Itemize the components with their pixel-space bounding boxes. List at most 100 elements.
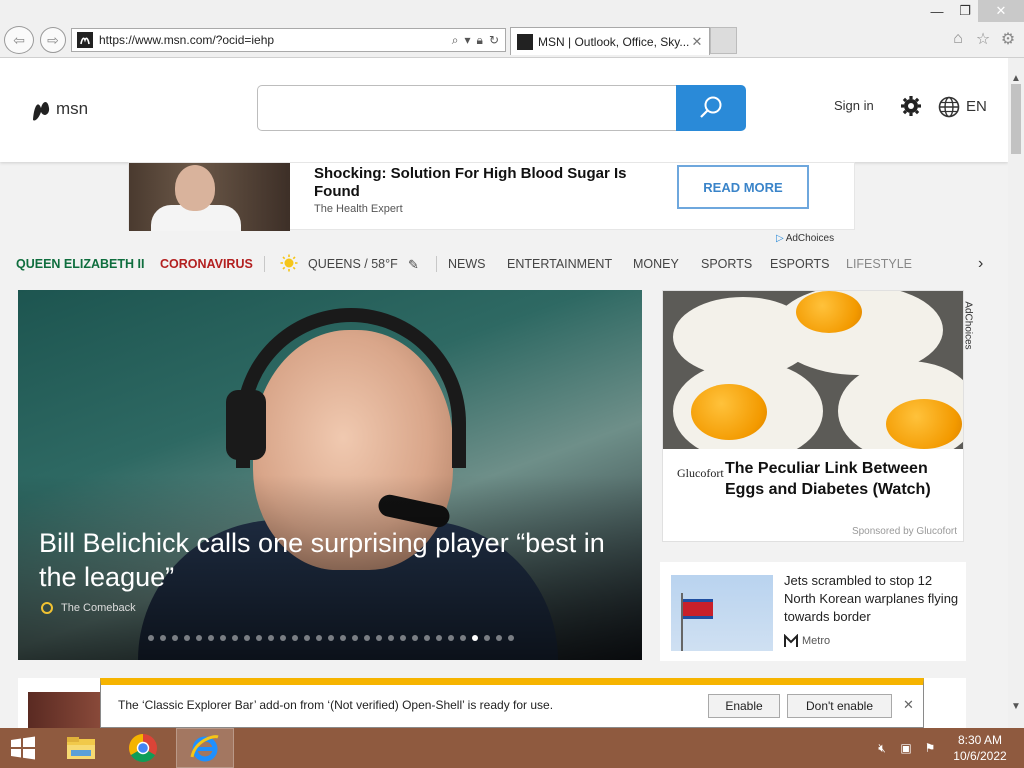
carousel-dot[interactable] bbox=[160, 635, 166, 641]
carousel-dot[interactable] bbox=[448, 635, 454, 641]
hero-carousel[interactable]: Bill Belichick calls one surprising play… bbox=[18, 290, 642, 660]
carousel-dot[interactable] bbox=[436, 635, 442, 641]
maximize-button[interactable]: ❐ bbox=[950, 0, 980, 22]
nav-coronavirus[interactable]: CORONAVIRUS bbox=[160, 257, 253, 271]
edit-pencil-icon[interactable]: ✎ bbox=[408, 257, 419, 273]
carousel-dot[interactable] bbox=[148, 635, 154, 641]
windows-logo-icon bbox=[11, 736, 35, 760]
home-icon[interactable]: ⌂ bbox=[948, 29, 968, 49]
sign-in-link[interactable]: Sign in bbox=[834, 98, 874, 113]
address-bar[interactable]: https://www.msn.com/?ocid=iehp ⌕ ▾ 🔒︎ ↻ bbox=[71, 28, 506, 52]
carousel-dot[interactable] bbox=[304, 635, 310, 641]
carousel-dot[interactable] bbox=[472, 635, 478, 641]
enable-button[interactable]: Enable bbox=[708, 694, 780, 718]
globe-icon[interactable] bbox=[938, 96, 960, 118]
network-icon[interactable]: ▣ bbox=[898, 740, 914, 756]
close-window-button[interactable]: ✕ bbox=[978, 0, 1024, 22]
file-explorer-taskbar-button[interactable] bbox=[52, 728, 110, 768]
page-scrollbar[interactable]: ▲ ▼ bbox=[1008, 58, 1024, 728]
carousel-dot[interactable] bbox=[376, 635, 382, 641]
url-text[interactable]: https://www.msn.com/?ocid=iehp bbox=[99, 33, 452, 47]
dropdown-icon[interactable]: ▾ bbox=[465, 33, 471, 48]
back-arrow-icon: ⇦ bbox=[13, 31, 25, 48]
sun-weather-icon[interactable] bbox=[280, 254, 298, 272]
lock-icon[interactable]: 🔒︎ bbox=[477, 33, 483, 48]
search-input[interactable] bbox=[257, 85, 677, 131]
minimize-button[interactable]: — bbox=[922, 0, 952, 22]
carousel-dot[interactable] bbox=[364, 635, 370, 641]
msn-logo[interactable]: msn bbox=[30, 96, 88, 122]
nav-queen-elizabeth[interactable]: QUEEN ELIZABETH II bbox=[16, 257, 144, 271]
search-icon[interactable]: ⌕ bbox=[452, 33, 459, 48]
favorites-star-icon[interactable]: ☆ bbox=[973, 29, 993, 49]
carousel-dot[interactable] bbox=[292, 635, 298, 641]
nav-weather[interactable]: QUEENS / 58°F bbox=[308, 257, 398, 271]
action-center-flag-icon[interactable]: ⚑ bbox=[922, 740, 938, 756]
carousel-dot[interactable] bbox=[268, 635, 274, 641]
dont-enable-button[interactable]: Don't enable bbox=[787, 694, 892, 718]
ad-doctor-image bbox=[129, 163, 290, 231]
start-button[interactable] bbox=[0, 728, 46, 768]
carousel-dot[interactable] bbox=[412, 635, 418, 641]
hero-headline[interactable]: Bill Belichick calls one surprising play… bbox=[39, 526, 639, 594]
forward-button[interactable]: ⇨ bbox=[40, 27, 66, 53]
new-tab-button[interactable] bbox=[710, 27, 737, 54]
carousel-dot[interactable] bbox=[340, 635, 346, 641]
carousel-dot[interactable] bbox=[172, 635, 178, 641]
carousel-dot[interactable] bbox=[256, 635, 262, 641]
back-button[interactable]: ⇦ bbox=[4, 26, 34, 54]
refresh-icon[interactable]: ↻ bbox=[489, 33, 499, 48]
adchoices-link[interactable]: ▷ AdChoices bbox=[776, 233, 834, 244]
internet-explorer-taskbar-button[interactable] bbox=[176, 728, 234, 768]
system-clock[interactable]: 8:30 AM 10/6/2022 bbox=[944, 732, 1016, 764]
carousel-dot[interactable] bbox=[460, 635, 466, 641]
news-card-title[interactable]: Jets scrambled to stop 12 North Korean w… bbox=[784, 572, 959, 626]
volume-muted-icon[interactable]: 🔇︎ bbox=[874, 740, 890, 756]
news-card[interactable]: Jets scrambled to stop 12 North Korean w… bbox=[660, 562, 966, 661]
settings-gear-icon[interactable] bbox=[900, 95, 922, 117]
ad-title[interactable]: Shocking: Solution For High Blood Sugar … bbox=[314, 165, 654, 201]
carousel-dot[interactable] bbox=[220, 635, 226, 641]
hero-source: The Comeback bbox=[39, 602, 136, 614]
msn-favicon-icon bbox=[77, 32, 93, 48]
nav-lifestyle[interactable]: LIFESTYLE bbox=[846, 257, 912, 271]
tools-gear-icon[interactable]: ⚙ bbox=[998, 29, 1018, 49]
carousel-dot[interactable] bbox=[388, 635, 394, 641]
chevron-right-icon[interactable]: › bbox=[978, 255, 983, 273]
carousel-dot[interactable] bbox=[184, 635, 190, 641]
carousel-dot[interactable] bbox=[484, 635, 490, 641]
browser-tab-msn[interactable]: MSN | Outlook, Office, Sky... ✕ bbox=[510, 27, 710, 55]
carousel-dot[interactable] bbox=[280, 635, 286, 641]
carousel-dot[interactable] bbox=[508, 635, 514, 641]
side-ad-title[interactable]: The Peculiar Link Between Eggs and Diabe… bbox=[725, 458, 957, 500]
clock-date: 10/6/2022 bbox=[953, 749, 1007, 763]
close-notification-icon[interactable]: ✕ bbox=[903, 697, 914, 713]
carousel-dot[interactable] bbox=[400, 635, 406, 641]
chrome-taskbar-button[interactable] bbox=[114, 728, 172, 768]
adchoices-side-link[interactable]: AdChoices bbox=[963, 292, 980, 362]
nav-entertainment[interactable]: ENTERTAINMENT bbox=[507, 257, 612, 271]
nav-esports[interactable]: ESPORTS bbox=[770, 257, 830, 271]
carousel-dot[interactable] bbox=[352, 635, 358, 641]
nav-money[interactable]: MONEY bbox=[633, 257, 679, 271]
language-selector[interactable]: EN bbox=[966, 98, 987, 115]
scroll-down-icon[interactable]: ▼ bbox=[1008, 698, 1024, 714]
search-button[interactable] bbox=[676, 85, 746, 131]
read-more-button[interactable]: READ MORE bbox=[677, 165, 809, 209]
carousel-dot[interactable] bbox=[496, 635, 502, 641]
side-ad[interactable]: Glucofort The Peculiar Link Between Eggs… bbox=[662, 290, 964, 542]
nav-news[interactable]: NEWS bbox=[448, 257, 486, 271]
carousel-dot[interactable] bbox=[208, 635, 214, 641]
carousel-dot[interactable] bbox=[316, 635, 322, 641]
carousel-dot[interactable] bbox=[244, 635, 250, 641]
carousel-dot[interactable] bbox=[232, 635, 238, 641]
scrollbar-thumb[interactable] bbox=[1011, 84, 1021, 154]
close-tab-icon[interactable]: ✕ bbox=[689, 34, 705, 50]
carousel-dot[interactable] bbox=[328, 635, 334, 641]
carousel-dot[interactable] bbox=[196, 635, 202, 641]
nav-divider bbox=[436, 256, 437, 272]
nav-sports[interactable]: SPORTS bbox=[701, 257, 752, 271]
carousel-dot[interactable] bbox=[424, 635, 430, 641]
ad-source: The Health Expert bbox=[314, 203, 403, 215]
top-ad-banner[interactable]: Shocking: Solution For High Blood Sugar … bbox=[128, 162, 855, 231]
